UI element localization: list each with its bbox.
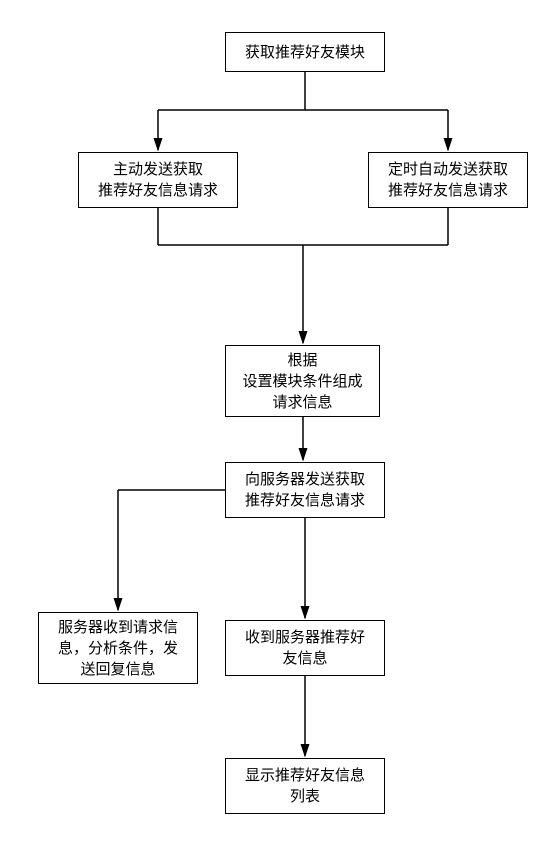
node-timed-auto-send-request: 定时自动发送获取 推荐好友信息请求 [368, 152, 528, 208]
node-label: 主动发送获取 推荐好友信息请求 [98, 159, 218, 201]
node-label: 收到服务器推荐好 友信息 [245, 627, 365, 669]
node-receive-recommend: 收到服务器推荐好 友信息 [225, 620, 385, 676]
flowchart-connectors [0, 0, 552, 866]
node-label: 根据 设置模块条件组成 请求信息 [242, 350, 362, 413]
node-active-send-request: 主动发送获取 推荐好友信息请求 [78, 152, 238, 208]
node-label: 向服务器发送获取 推荐好友信息请求 [245, 469, 365, 511]
node-compose-request: 根据 设置模块条件组成 请求信息 [225, 345, 380, 417]
node-label: 服务器收到请求信 息，分析条件，发 送回复信息 [58, 617, 178, 680]
node-get-recommend-module: 获取推荐好友模块 [225, 32, 385, 72]
node-display-list: 显示推荐好友信息 列表 [225, 758, 385, 814]
node-label: 显示推荐好友信息 列表 [245, 765, 365, 807]
node-label: 定时自动发送获取 推荐好友信息请求 [388, 159, 508, 201]
node-send-to-server: 向服务器发送获取 推荐好友信息请求 [225, 462, 385, 518]
node-server-process: 服务器收到请求信 息，分析条件，发 送回复信息 [38, 612, 198, 684]
node-label: 获取推荐好友模块 [245, 42, 365, 63]
